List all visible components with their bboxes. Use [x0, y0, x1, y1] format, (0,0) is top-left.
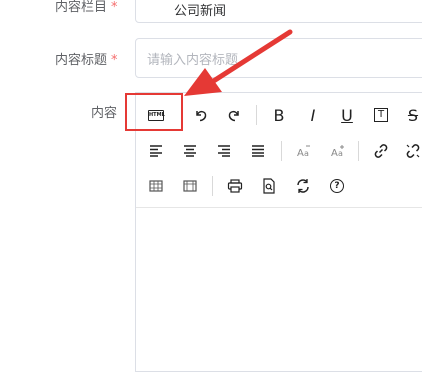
annotation-arrow	[184, 29, 293, 96]
